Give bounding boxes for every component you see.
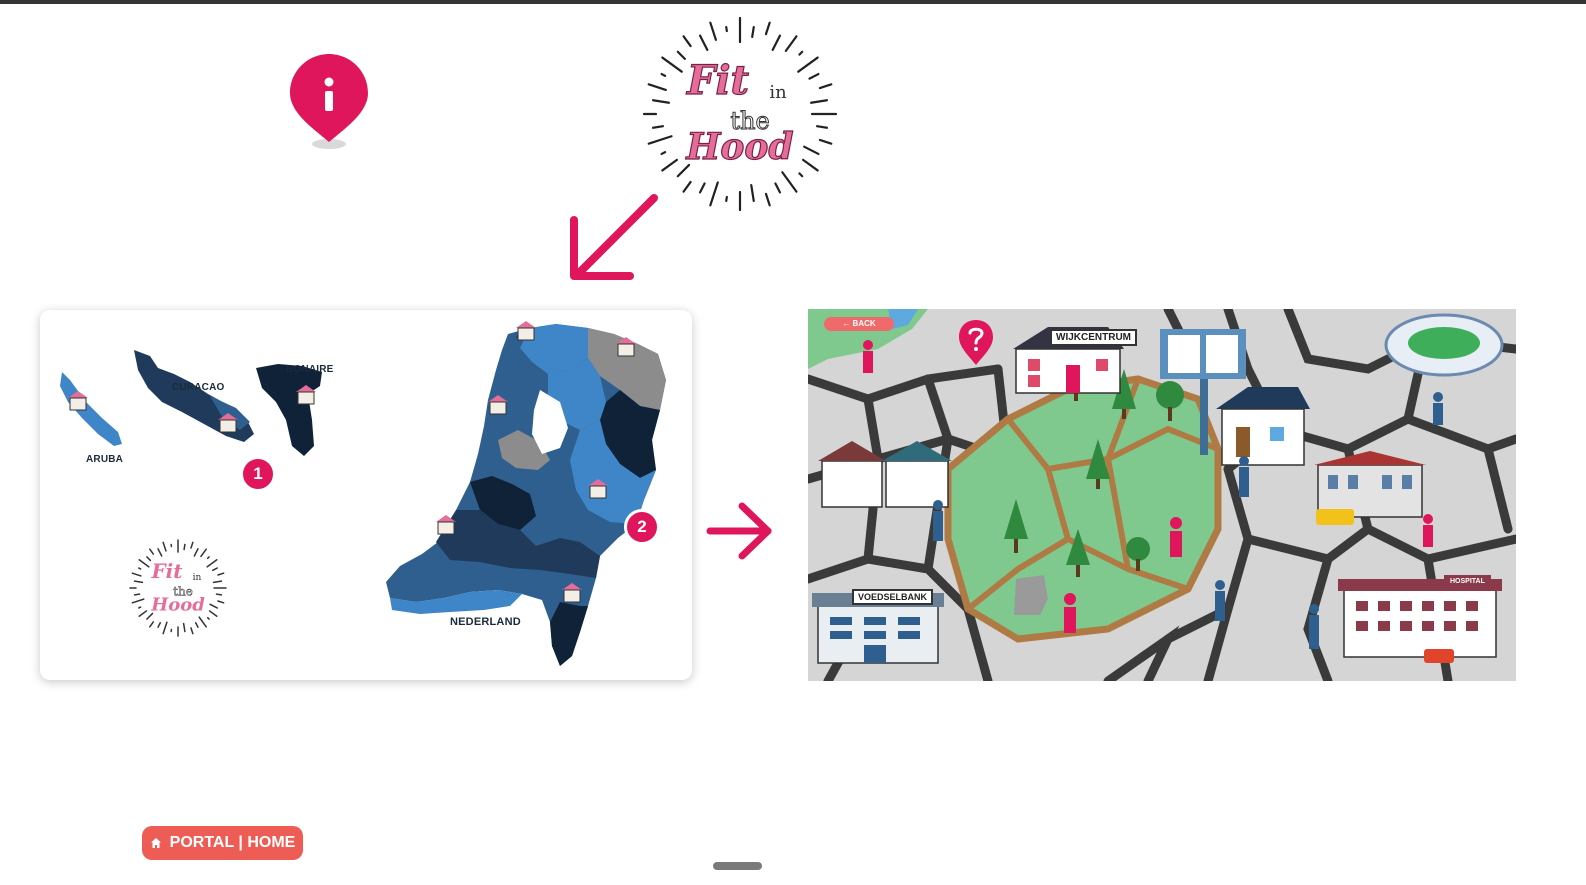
portal-home-button[interactable]: PORTAL | HOME [142, 826, 303, 860]
sign-wijkcentrum[interactable]: WIJKCENTRUM [1050, 329, 1137, 346]
label-nederland: NEDERLAND [450, 616, 521, 628]
logo-fit-text: Fit [686, 57, 750, 104]
logo-hood-text: Hood [685, 126, 793, 168]
sign-voedselbank[interactable]: VOEDSELBANK [852, 589, 934, 605]
arrow-right-icon [704, 498, 778, 564]
neighborhood-map[interactable]: ← BACK WIJKCENTRUM VOEDSELBANK HOSPITAL [808, 309, 1516, 681]
portal-home-label: PORTAL | HOME [169, 834, 296, 851]
question-pin-icon[interactable] [958, 319, 994, 367]
fit-in-the-hood-logo: Fit in the Hood [640, 14, 840, 214]
label-aruba: ARUBA [86, 454, 124, 465]
fit-in-the-hood-logo-small: Fit in the Hood [128, 538, 228, 638]
bottom-handle[interactable] [713, 862, 762, 870]
arrow-down-left-icon [560, 192, 664, 284]
map-card[interactable]: CURACAO BONAIRE ARUBA NEDERLAND 1 2 Fit … [40, 310, 692, 680]
sign-hospital[interactable]: HOSPITAL [1444, 575, 1491, 588]
logo-in-text: in [769, 82, 787, 103]
label-bonaire: BONAIRE [286, 364, 334, 375]
badge-1[interactable]: 1 [240, 456, 276, 492]
logo-small-in-text: in [193, 573, 202, 583]
badge-2[interactable]: 2 [624, 509, 660, 545]
home-icon [150, 838, 161, 848]
top-border [0, 0, 1586, 4]
info-pin-icon[interactable] [289, 52, 369, 152]
logo-small-fit-text: Fit [150, 559, 183, 583]
back-button[interactable]: ← BACK [824, 317, 894, 331]
label-curacao: CURACAO [172, 382, 225, 393]
logo-small-hood-text: Hood [150, 595, 205, 616]
